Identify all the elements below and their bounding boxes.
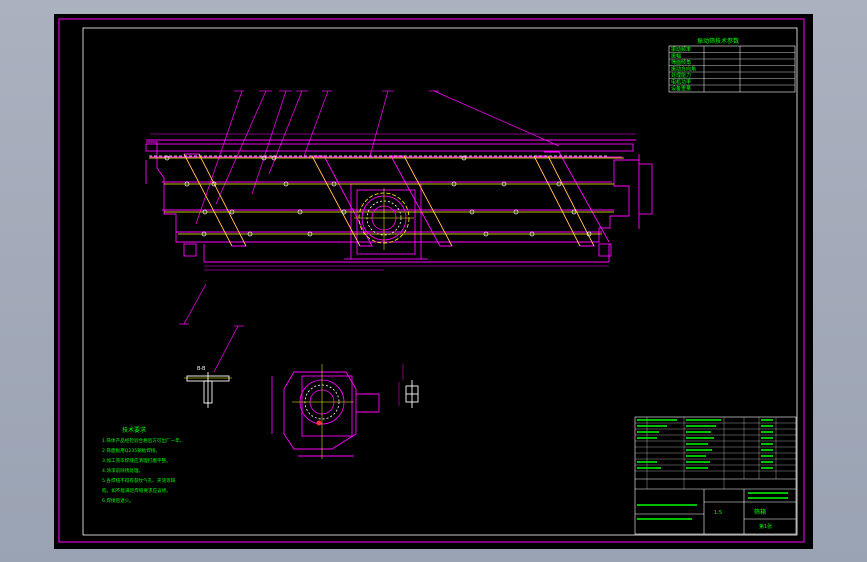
drawing-scale: 1:5 bbox=[714, 510, 722, 516]
note-line: 陷，如不能满足焊缝要求应返修。 bbox=[102, 487, 171, 494]
cad-viewport[interactable]: 振动筛技术参数 振动频率 振幅 筛面倾角 振动方向角 处理能力 电机功率 设备重… bbox=[0, 0, 867, 562]
detail-bracket-view: B-B bbox=[184, 366, 232, 408]
section-label: B-B bbox=[197, 366, 206, 372]
tech-param-title: 振动筛技术参数 bbox=[697, 37, 739, 45]
motor-seat-view bbox=[271, 364, 380, 459]
tech-param-table: 振动筛技术参数 振动频率 振幅 筛面倾角 振动方向角 处理能力 电机功率 设备重… bbox=[668, 37, 796, 93]
param-row-label: 设备重量 bbox=[671, 85, 691, 92]
sheet-number: 第1张 bbox=[759, 523, 772, 530]
leader-lines bbox=[179, 90, 560, 373]
note-line: 6.焊接后退火。 bbox=[102, 497, 134, 504]
main-view-screen-box bbox=[145, 133, 653, 271]
note-line: 3.加工完毕焊缝应清理打磨平整。 bbox=[102, 457, 171, 464]
param-row-label: 振动方向角 bbox=[671, 66, 696, 73]
title-block: 筛箱 1:5 第1张 bbox=[634, 416, 797, 535]
technical-notes: 技术要求 1.筛体产品经检验合格后方可出厂一年。 2.筛面板用Q235钢板焊接。… bbox=[102, 426, 184, 504]
note-line: 4.涂漆前除锈处理。 bbox=[102, 467, 143, 474]
red-marker-icon bbox=[316, 420, 322, 426]
note-line: 2.筛面板用Q235钢板焊接。 bbox=[102, 447, 160, 454]
drawing-canvas: 振动筛技术参数 振动频率 振幅 筛面倾角 振动方向角 处理能力 电机功率 设备重… bbox=[58, 18, 805, 543]
param-row-label: 振幅 bbox=[671, 53, 681, 60]
small-part-view bbox=[398, 364, 419, 408]
param-row-label: 筛面倾角 bbox=[671, 59, 691, 66]
outer-border bbox=[58, 18, 805, 543]
note-line: 1.筛体产品经检验合格后方可出厂一年。 bbox=[102, 437, 184, 444]
parts-list-text-marks bbox=[637, 419, 788, 520]
drawing-name: 筛箱 bbox=[754, 508, 766, 516]
drawing-sheet[interactable]: 振动筛技术参数 振动频率 振幅 筛面倾角 振动方向角 处理能力 电机功率 设备重… bbox=[54, 14, 813, 549]
param-row-label: 振动频率 bbox=[671, 46, 691, 53]
note-line: 5.各焊缝不得有裂纹气孔、夹渣等缺 bbox=[102, 477, 176, 484]
notes-title: 技术要求 bbox=[122, 426, 146, 434]
param-row-label: 电机功率 bbox=[671, 79, 691, 86]
param-row-label: 处理能力 bbox=[671, 72, 691, 79]
